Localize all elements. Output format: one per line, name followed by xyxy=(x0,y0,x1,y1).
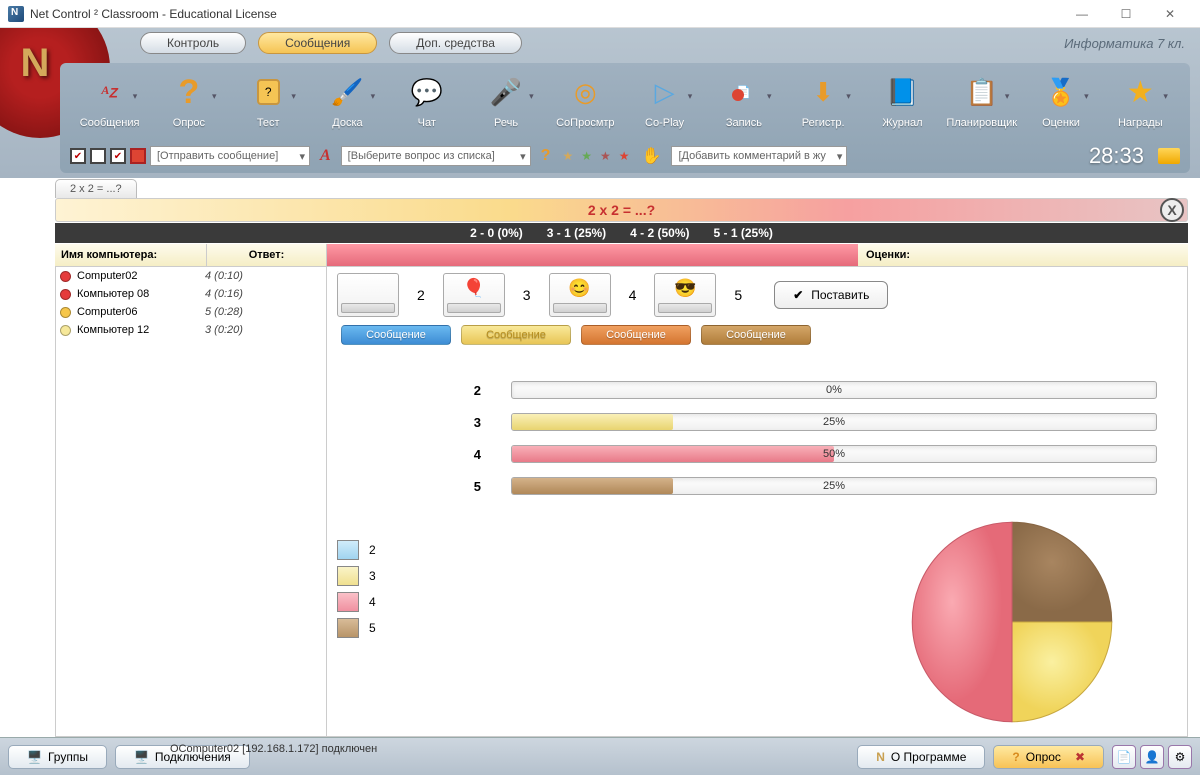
status-text: OComputer02 [192.168.1.172] подключен xyxy=(170,743,377,755)
assign-grade-button[interactable]: Поставить xyxy=(774,281,888,309)
close-button[interactable]: ✕ xyxy=(1148,0,1192,28)
header-name: Имя компьютера: xyxy=(55,244,207,266)
time-display: 28:33 xyxy=(1089,143,1150,169)
star-green-icon[interactable]: ★ xyxy=(581,149,592,163)
question-dropdown[interactable]: [Выберите вопрос из списка] xyxy=(341,146,531,166)
envelope-icon[interactable] xyxy=(1158,148,1180,164)
bottom-groups[interactable]: 🖥️ Группы xyxy=(8,745,107,769)
cool-icon: 😎 xyxy=(674,278,696,299)
msg-button-3[interactable]: Сообщение xyxy=(461,325,571,345)
tab-extras[interactable]: Доп. средства xyxy=(389,32,522,54)
msg-button-2[interactable]: Сообщение xyxy=(341,325,451,345)
column-headers: Имя компьютера: Ответ: Оценки: xyxy=(55,244,1188,266)
titlebar: Net Control ² Classroom - Educational Li… xyxy=(0,0,1200,28)
status-icon-1[interactable]: 📄 xyxy=(1112,745,1136,769)
status-icon-2[interactable]: 👤 xyxy=(1140,745,1164,769)
bottom-poll[interactable]: ? Опрос ✖ xyxy=(993,745,1104,769)
question-banner: 2 x 2 = ...? xyxy=(55,198,1188,222)
pie-legend: 2 3 4 5 xyxy=(337,537,376,641)
send-dropdown[interactable]: [Отправить сообщение] xyxy=(150,146,310,166)
tab-control[interactable]: Контроль xyxy=(140,32,246,54)
grade-card-4[interactable]: 😊 xyxy=(549,273,611,317)
list-item[interactable]: Computer024 (0:10) xyxy=(56,267,326,285)
msg-button-5[interactable]: Сообщение xyxy=(701,325,811,345)
help-icon[interactable]: ? xyxy=(541,147,551,165)
stats-bar: 2 - 0 (0%)3 - 1 (25%)4 - 2 (50%)5 - 1 (2… xyxy=(55,223,1188,243)
comment-dropdown[interactable]: [Добавить комментарий в жу xyxy=(671,146,847,166)
status-icon-3[interactable]: ⚙ xyxy=(1168,745,1192,769)
list-item[interactable]: Computer065 (0:28) xyxy=(56,303,326,321)
check-2[interactable] xyxy=(90,148,106,164)
balloon-icon: 🎈 xyxy=(463,278,485,299)
student-list: Computer024 (0:10) Компьютер 084 (0:16) … xyxy=(55,266,327,737)
maximize-button[interactable]: ☐ xyxy=(1104,0,1148,28)
font-icon[interactable]: A xyxy=(320,147,331,165)
list-item[interactable]: Компьютер 123 (0:20) xyxy=(56,321,326,339)
question-tab[interactable]: 2 x 2 = ...? xyxy=(55,179,137,198)
star-red-icon[interactable]: ★ xyxy=(619,149,630,163)
star-gold-icon[interactable]: ★ xyxy=(562,149,573,163)
minimize-button[interactable]: — xyxy=(1060,0,1104,28)
app-icon xyxy=(8,6,24,22)
star-brown-icon[interactable]: ★ xyxy=(600,149,611,163)
check-4[interactable] xyxy=(130,148,146,164)
header-answer: Ответ: xyxy=(207,244,327,266)
logo-icon xyxy=(5,33,65,93)
main-toolbar: AZСообщения▾ ?Опрос▾ ?Тест▾ 🖌️Доска▾ 💬Ча… xyxy=(60,63,1190,173)
list-item[interactable]: Компьютер 084 (0:16) xyxy=(56,285,326,303)
msg-button-4[interactable]: Сообщение xyxy=(581,325,691,345)
bar-chart: 20% 325% 450% 525% xyxy=(457,379,1177,497)
check-3[interactable]: ✔ xyxy=(110,148,126,164)
results-area: 2 🎈3 😊4 😎5 Поставить Сообщение Сообщение… xyxy=(327,266,1188,737)
header-grades: Оценки: xyxy=(858,244,1188,266)
ribbon: Контроль Сообщения Доп. средства Информа… xyxy=(0,28,1200,178)
tab-messages[interactable]: Сообщения xyxy=(258,32,377,54)
smile-icon: 😊 xyxy=(568,278,590,299)
close-question-button[interactable]: X xyxy=(1160,198,1184,222)
pie-chart xyxy=(907,517,1117,727)
grade-card-2[interactable] xyxy=(337,273,399,317)
bottom-about[interactable]: N О Программе xyxy=(857,745,985,769)
grade-card-3[interactable]: 🎈 xyxy=(443,273,505,317)
grade-card-5[interactable]: 😎 xyxy=(654,273,716,317)
check-1[interactable]: ✔ xyxy=(70,148,86,164)
window-title: Net Control ² Classroom - Educational Li… xyxy=(30,7,277,21)
hand-icon[interactable]: ✋ xyxy=(642,146,662,166)
class-label: Информатика 7 кл. xyxy=(1064,36,1185,51)
